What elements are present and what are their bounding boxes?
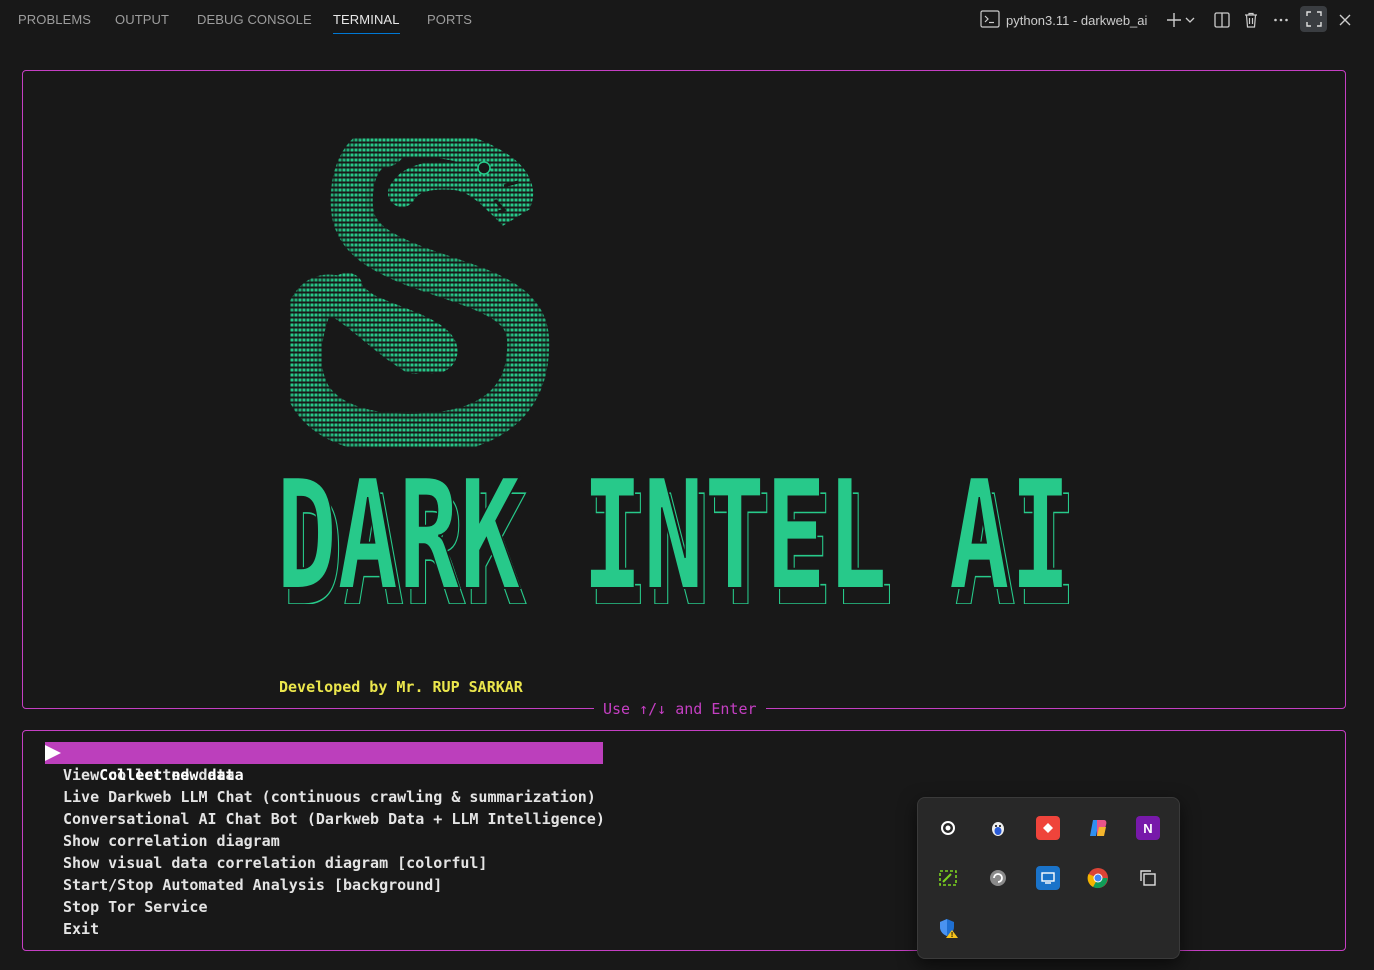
- menu-item-show-visual-correlation-diagram[interactable]: Show visual data correlation diagram [co…: [45, 852, 603, 874]
- developer-credit: Developed by Mr. RUP SARKAR: [279, 678, 523, 696]
- system-tray-overflow: N !: [917, 797, 1180, 959]
- penguin-app-icon[interactable]: [986, 816, 1010, 840]
- banner-title-art: DARK INTEL AI DARK INTEL AI: [276, 474, 1078, 604]
- banner-box: [22, 70, 1346, 709]
- menu-item-start-stop-automated-analysis[interactable]: Start/Stop Automated Analysis [backgroun…: [45, 874, 603, 896]
- terminal-name: python3.11 - darkweb_ai: [1006, 12, 1148, 28]
- terminal-prompt-icon: [980, 9, 1000, 31]
- sync-icon[interactable]: [986, 866, 1010, 890]
- maximize-panel-icon[interactable]: [1300, 6, 1327, 32]
- tab-ports[interactable]: PORTS: [427, 12, 472, 27]
- tab-problems[interactable]: PROBLEMS: [18, 12, 91, 27]
- copilot-icon[interactable]: [1086, 816, 1110, 840]
- tab-terminal[interactable]: TERMINAL: [333, 12, 400, 27]
- banner-title: DARK INTEL AI: [276, 474, 1071, 604]
- menu-item-stop-tor-service[interactable]: Stop Tor Service: [45, 896, 603, 918]
- menu-item-show-correlation-diagram[interactable]: Show correlation diagram: [45, 830, 603, 852]
- onenote-icon[interactable]: N: [1136, 816, 1160, 840]
- split-terminal-icon[interactable]: [1210, 8, 1234, 32]
- terminal-selector[interactable]: python3.11 - darkweb_ai: [980, 9, 1147, 31]
- copy-windows-icon[interactable]: [1136, 866, 1160, 890]
- selection-pointer-icon: [45, 745, 61, 761]
- steam-icon[interactable]: [936, 816, 960, 840]
- menu-item-exit[interactable]: Exit: [45, 918, 603, 940]
- more-actions-icon[interactable]: [1269, 8, 1293, 32]
- tab-debug-console[interactable]: DEBUG CONSOLE: [197, 12, 312, 27]
- snake-ascii-art: [290, 138, 550, 448]
- anydesk-icon[interactable]: [1036, 816, 1060, 840]
- menu-item-live-darkweb-llm-chat[interactable]: Live Darkweb LLM Chat (continuous crawli…: [45, 786, 603, 808]
- menu-item-conversational-ai-chat-bot[interactable]: Conversational AI Chat Bot (Darkweb Data…: [45, 808, 605, 830]
- panel-header: PROBLEMS OUTPUT DEBUG CONSOLE TERMINAL P…: [0, 0, 1374, 42]
- navigation-hint: Use ↑/↓ and Enter: [594, 700, 766, 718]
- active-tab-indicator: [333, 33, 400, 34]
- menu-item-collect-new-data[interactable]: Collect new data: [45, 742, 603, 784]
- tab-output[interactable]: OUTPUT: [115, 12, 169, 27]
- remote-desktop-icon[interactable]: [1036, 866, 1060, 890]
- trash-icon[interactable]: [1239, 8, 1263, 32]
- defender-warning-icon[interactable]: !: [936, 916, 960, 940]
- main-menu: Collect new data View collected data Liv…: [45, 742, 605, 940]
- chevron-down-icon[interactable]: [1182, 8, 1198, 32]
- close-panel-icon[interactable]: [1333, 8, 1357, 32]
- chrome-icon[interactable]: [1086, 866, 1110, 890]
- svg-text:!: !: [951, 932, 953, 939]
- pencil-app-icon[interactable]: [936, 866, 960, 890]
